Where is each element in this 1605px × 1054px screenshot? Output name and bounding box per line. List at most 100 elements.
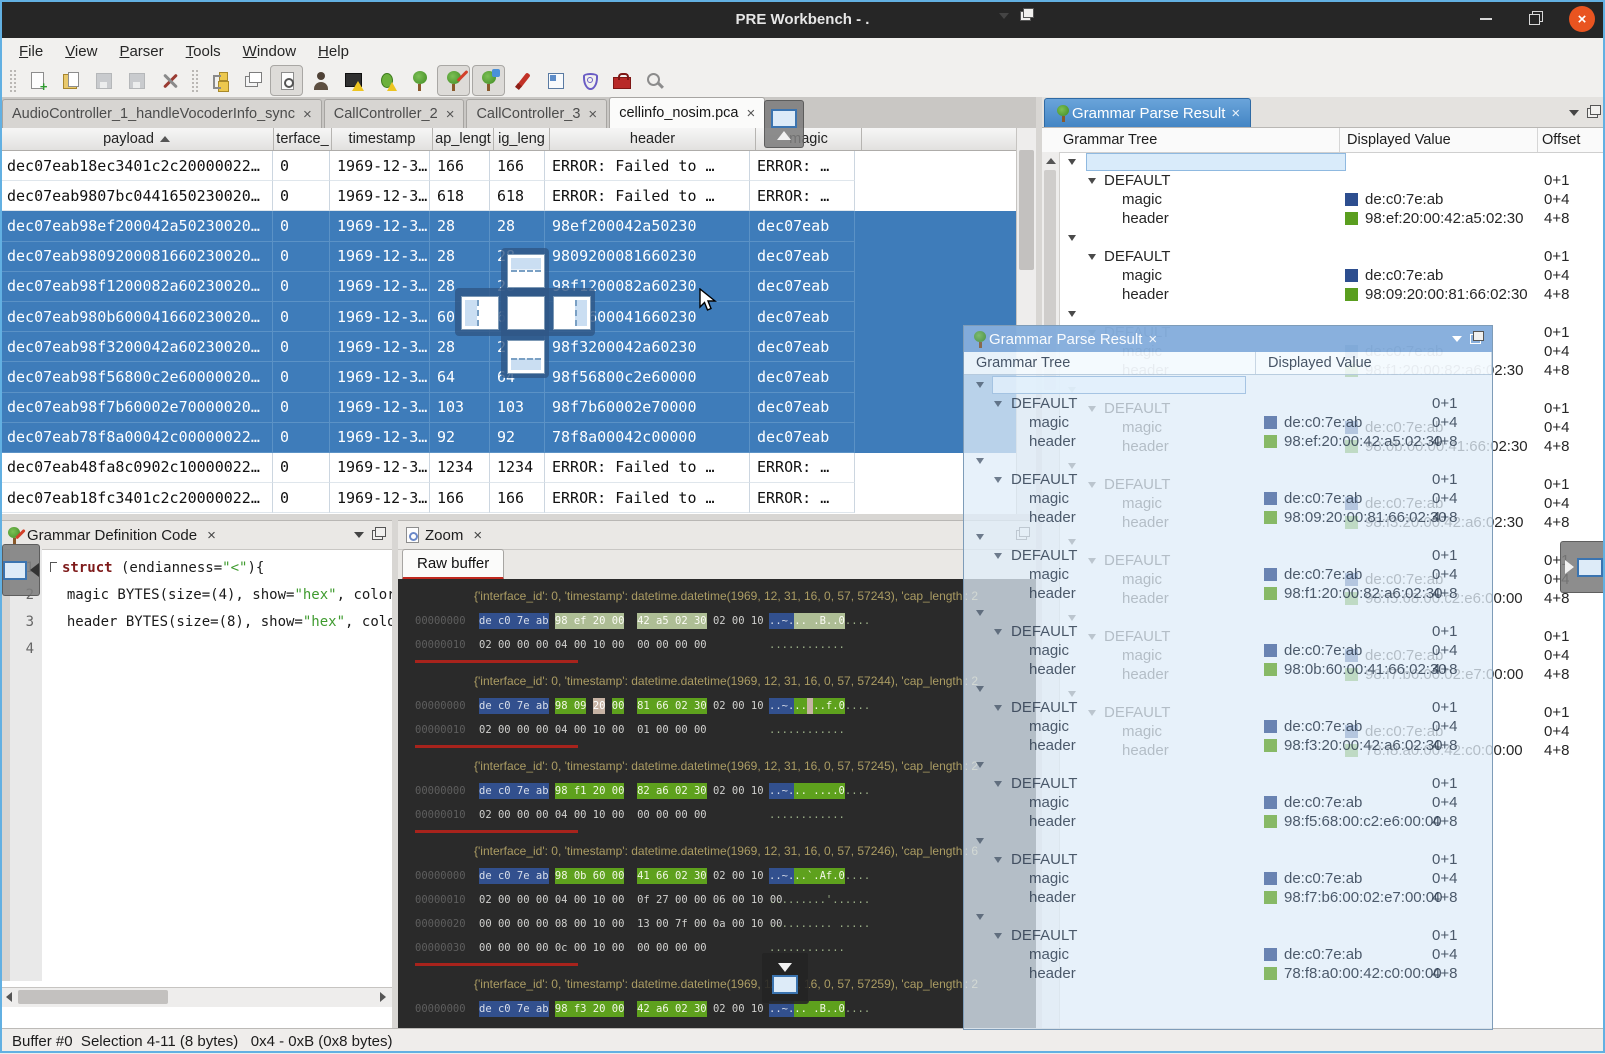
tree-leaf-row[interactable]: magicde:c0:7e:ab0+4 — [964, 413, 1492, 432]
expander-icon[interactable] — [976, 914, 984, 920]
project-tree-button[interactable] — [204, 66, 235, 95]
table-row[interactable]: dec07eab9807bc0441650230020…01969-12-3…6… — [0, 181, 1036, 211]
tree-leaf-row[interactable]: header98:0b:60:00:41:66:02:304+8 — [964, 660, 1492, 679]
table-row[interactable]: dec07eab9809200081660230020…01969-12-3…2… — [0, 242, 1036, 272]
tree-leaf-row[interactable]: header98:f1:20:00:82:a6:02:304+8 — [964, 584, 1492, 603]
tree-leaf-row[interactable]: magicde:c0:7e:ab0+4 — [964, 641, 1492, 660]
debug-bug-button[interactable] — [371, 66, 402, 95]
table-row[interactable]: dec07eab980b600041660230020…01969-12-3…6… — [0, 302, 1036, 332]
column-header-ap_lengt[interactable]: ap_lengt — [433, 128, 494, 150]
column-header-ig_leng[interactable]: ig_leng — [494, 128, 550, 150]
table-row[interactable]: dec07eab18fc3401c2c20000022…01969-12-3…1… — [0, 483, 1036, 513]
expander-icon[interactable] — [1088, 254, 1096, 260]
table-row[interactable]: dec07eab48fa8c0902c10000022…01969-12-3…1… — [0, 453, 1036, 483]
form-view-button[interactable] — [540, 66, 571, 95]
column-header-grammar-tree[interactable]: Grammar Tree — [1042, 128, 1340, 152]
hex-line[interactable]: 0000003000 00 00 00 0c 00 10 00 00 00 00… — [398, 936, 1036, 960]
column-header-payload[interactable]: payload — [0, 128, 274, 150]
panel-float-button[interactable] — [1466, 330, 1484, 348]
tree-leaf-row[interactable]: magicde:c0:7e:ab0+4 — [964, 945, 1492, 964]
scrollbar-thumb[interactable] — [1019, 150, 1034, 270]
tree-leaf-row[interactable]: magicde:c0:7e:ab0+4 — [964, 793, 1492, 812]
tree-node-row[interactable]: DEFAULT0+1 — [964, 622, 1492, 641]
expander-icon[interactable] — [976, 838, 984, 844]
tree-node-row[interactable]: DEFAULT0+1 — [964, 698, 1492, 717]
expander-icon[interactable] — [994, 857, 1002, 863]
hex-dump-view[interactable]: {'interface_id': 0, 'timestamp': datetim… — [398, 579, 1036, 1029]
tree-node-row[interactable]: DEFAULT0+1 — [964, 394, 1492, 413]
expander-icon[interactable] — [994, 477, 1002, 483]
expander-icon[interactable] — [976, 534, 984, 540]
hex-line[interactable]: 00000000de c0 7e ab 98 0b 60 00 41 66 02… — [398, 864, 1036, 888]
hex-line[interactable]: 0000001002 00 00 00 04 00 10 00 0f 27 00… — [398, 888, 1036, 912]
tree-node-row[interactable] — [964, 831, 1492, 850]
tree-node-row[interactable]: DEFAULT0+1 — [964, 926, 1492, 945]
table-row[interactable]: dec07eab98f56800c2e60000020…01969-12-3…6… — [0, 362, 1036, 392]
tree-leaf-row[interactable]: magicde:c0:7e:ab0+4 — [1042, 190, 1605, 209]
menu-file[interactable]: File — [8, 41, 54, 62]
tab-callcontroller_2[interactable]: CallController_2× — [324, 99, 465, 128]
column-header-offset[interactable]: Offset — [1538, 128, 1605, 152]
shield-search-button[interactable] — [573, 66, 604, 95]
tab-grammar-parse-result[interactable]: Grammar Parse Result × — [1044, 98, 1251, 127]
panel-close-icon[interactable]: × — [473, 527, 482, 544]
tree-leaf-row[interactable]: header98:09:20:00:81:66:02:304+8 — [964, 508, 1492, 527]
open-file-button[interactable] — [55, 66, 86, 95]
fold-marker-icon[interactable] — [50, 562, 57, 572]
console-warning-button[interactable] — [338, 66, 369, 95]
tree-node-row[interactable]: DEFAULT0+1 — [1042, 247, 1605, 266]
hex-line[interactable]: 00000000de c0 7e ab 98 ef 20 00 42 a5 02… — [398, 609, 1036, 633]
menu-parser[interactable]: Parser — [108, 41, 174, 62]
maximize-button[interactable] — [1521, 6, 1547, 32]
expander-icon[interactable] — [1088, 178, 1096, 184]
tree-node-row[interactable]: DEFAULT0+1 — [964, 774, 1492, 793]
code-editor[interactable]: 1234 struct (endianness="<"){ magic BYTE… — [0, 549, 392, 981]
tree-node-row[interactable] — [964, 679, 1492, 698]
hex-line[interactable]: 0000001002 00 00 00 04 00 10 00 01 00 00… — [398, 718, 1036, 742]
hex-line[interactable]: 0000002000 00 00 00 08 00 10 00 13 00 7f… — [398, 912, 1036, 936]
scrollbar-thumb[interactable] — [18, 990, 168, 1004]
panel-close-icon[interactable]: × — [1148, 331, 1157, 348]
tree-leaf-row[interactable]: header98:ef:20:00:42:a5:02:304+8 — [1042, 209, 1605, 228]
tab-close-icon[interactable]: × — [303, 106, 312, 123]
tabbar-float-button[interactable] — [1016, 7, 1034, 25]
tree-leaf-row[interactable]: header98:f5:68:00:c2:e6:00:004+8 — [964, 812, 1492, 831]
menu-help[interactable]: Help — [307, 41, 360, 62]
tree-node-row[interactable] — [964, 907, 1492, 926]
edit-grammar-button[interactable] — [437, 65, 470, 96]
tree-leaf-row[interactable]: magicde:c0:7e:ab0+4 — [1042, 266, 1605, 285]
table-row[interactable]: dec07eab18ec3401c2c20000022…01969-12-3…1… — [0, 151, 1036, 181]
scroll-right-button[interactable] — [374, 988, 392, 1006]
expander-icon[interactable] — [994, 781, 1002, 787]
hex-line[interactable]: 00000000de c0 7e ab 98 f3 20 00 42 a6 02… — [398, 997, 1036, 1021]
tree-node-row[interactable] — [964, 451, 1492, 470]
expander-icon[interactable] — [994, 553, 1002, 559]
menu-tools[interactable]: Tools — [175, 41, 232, 62]
expander-icon[interactable] — [976, 458, 984, 464]
save-as-button[interactable] — [121, 66, 152, 95]
tree-node-row[interactable] — [964, 375, 1492, 394]
panel-menu-button[interactable] — [350, 526, 368, 544]
tab-callcontroller_3[interactable]: CallController_3× — [466, 99, 607, 128]
expander-icon[interactable] — [994, 401, 1002, 407]
tree-leaf-row[interactable]: header98:ef:20:00:42:a5:02:304+8 — [964, 432, 1492, 451]
expander-icon[interactable] — [976, 382, 984, 388]
column-header-header[interactable]: header — [550, 128, 756, 150]
tree-leaf-row[interactable]: magicde:c0:7e:ab0+4 — [964, 717, 1492, 736]
hex-line[interactable]: 0000001002 00 00 00 04 00 10 00 00 00 00… — [398, 803, 1036, 827]
tree-node-row[interactable] — [964, 527, 1492, 546]
table-row[interactable]: dec07eab98f7b60002e70000020…01969-12-3…1… — [0, 393, 1036, 423]
parse-tree-button[interactable] — [404, 66, 435, 95]
panel-close-icon[interactable]: × — [207, 527, 216, 544]
tree-leaf-row[interactable]: header98:09:20:00:81:66:02:304+8 — [1042, 285, 1605, 304]
tree-node-row[interactable] — [964, 755, 1492, 774]
tree-node-row[interactable]: DEFAULT0+1 — [1042, 171, 1605, 190]
table-row[interactable]: dec07eab98f3200042a60230020…01969-12-3…2… — [0, 332, 1036, 362]
hex-line[interactable]: 0000001002 00 00 00 04 00 10 00 00 00 00… — [398, 633, 1036, 657]
expander-icon[interactable] — [976, 610, 984, 616]
tree-node-row[interactable] — [1042, 228, 1605, 247]
tab-audiocontroller_1_handlevocoderinfo_sync[interactable]: AudioController_1_handleVocoderInfo_sync… — [2, 99, 322, 128]
expander-icon[interactable] — [976, 762, 984, 768]
column-header-timestamp[interactable]: timestamp — [332, 128, 433, 150]
tree-leaf-row[interactable]: magicde:c0:7e:ab0+4 — [964, 869, 1492, 888]
